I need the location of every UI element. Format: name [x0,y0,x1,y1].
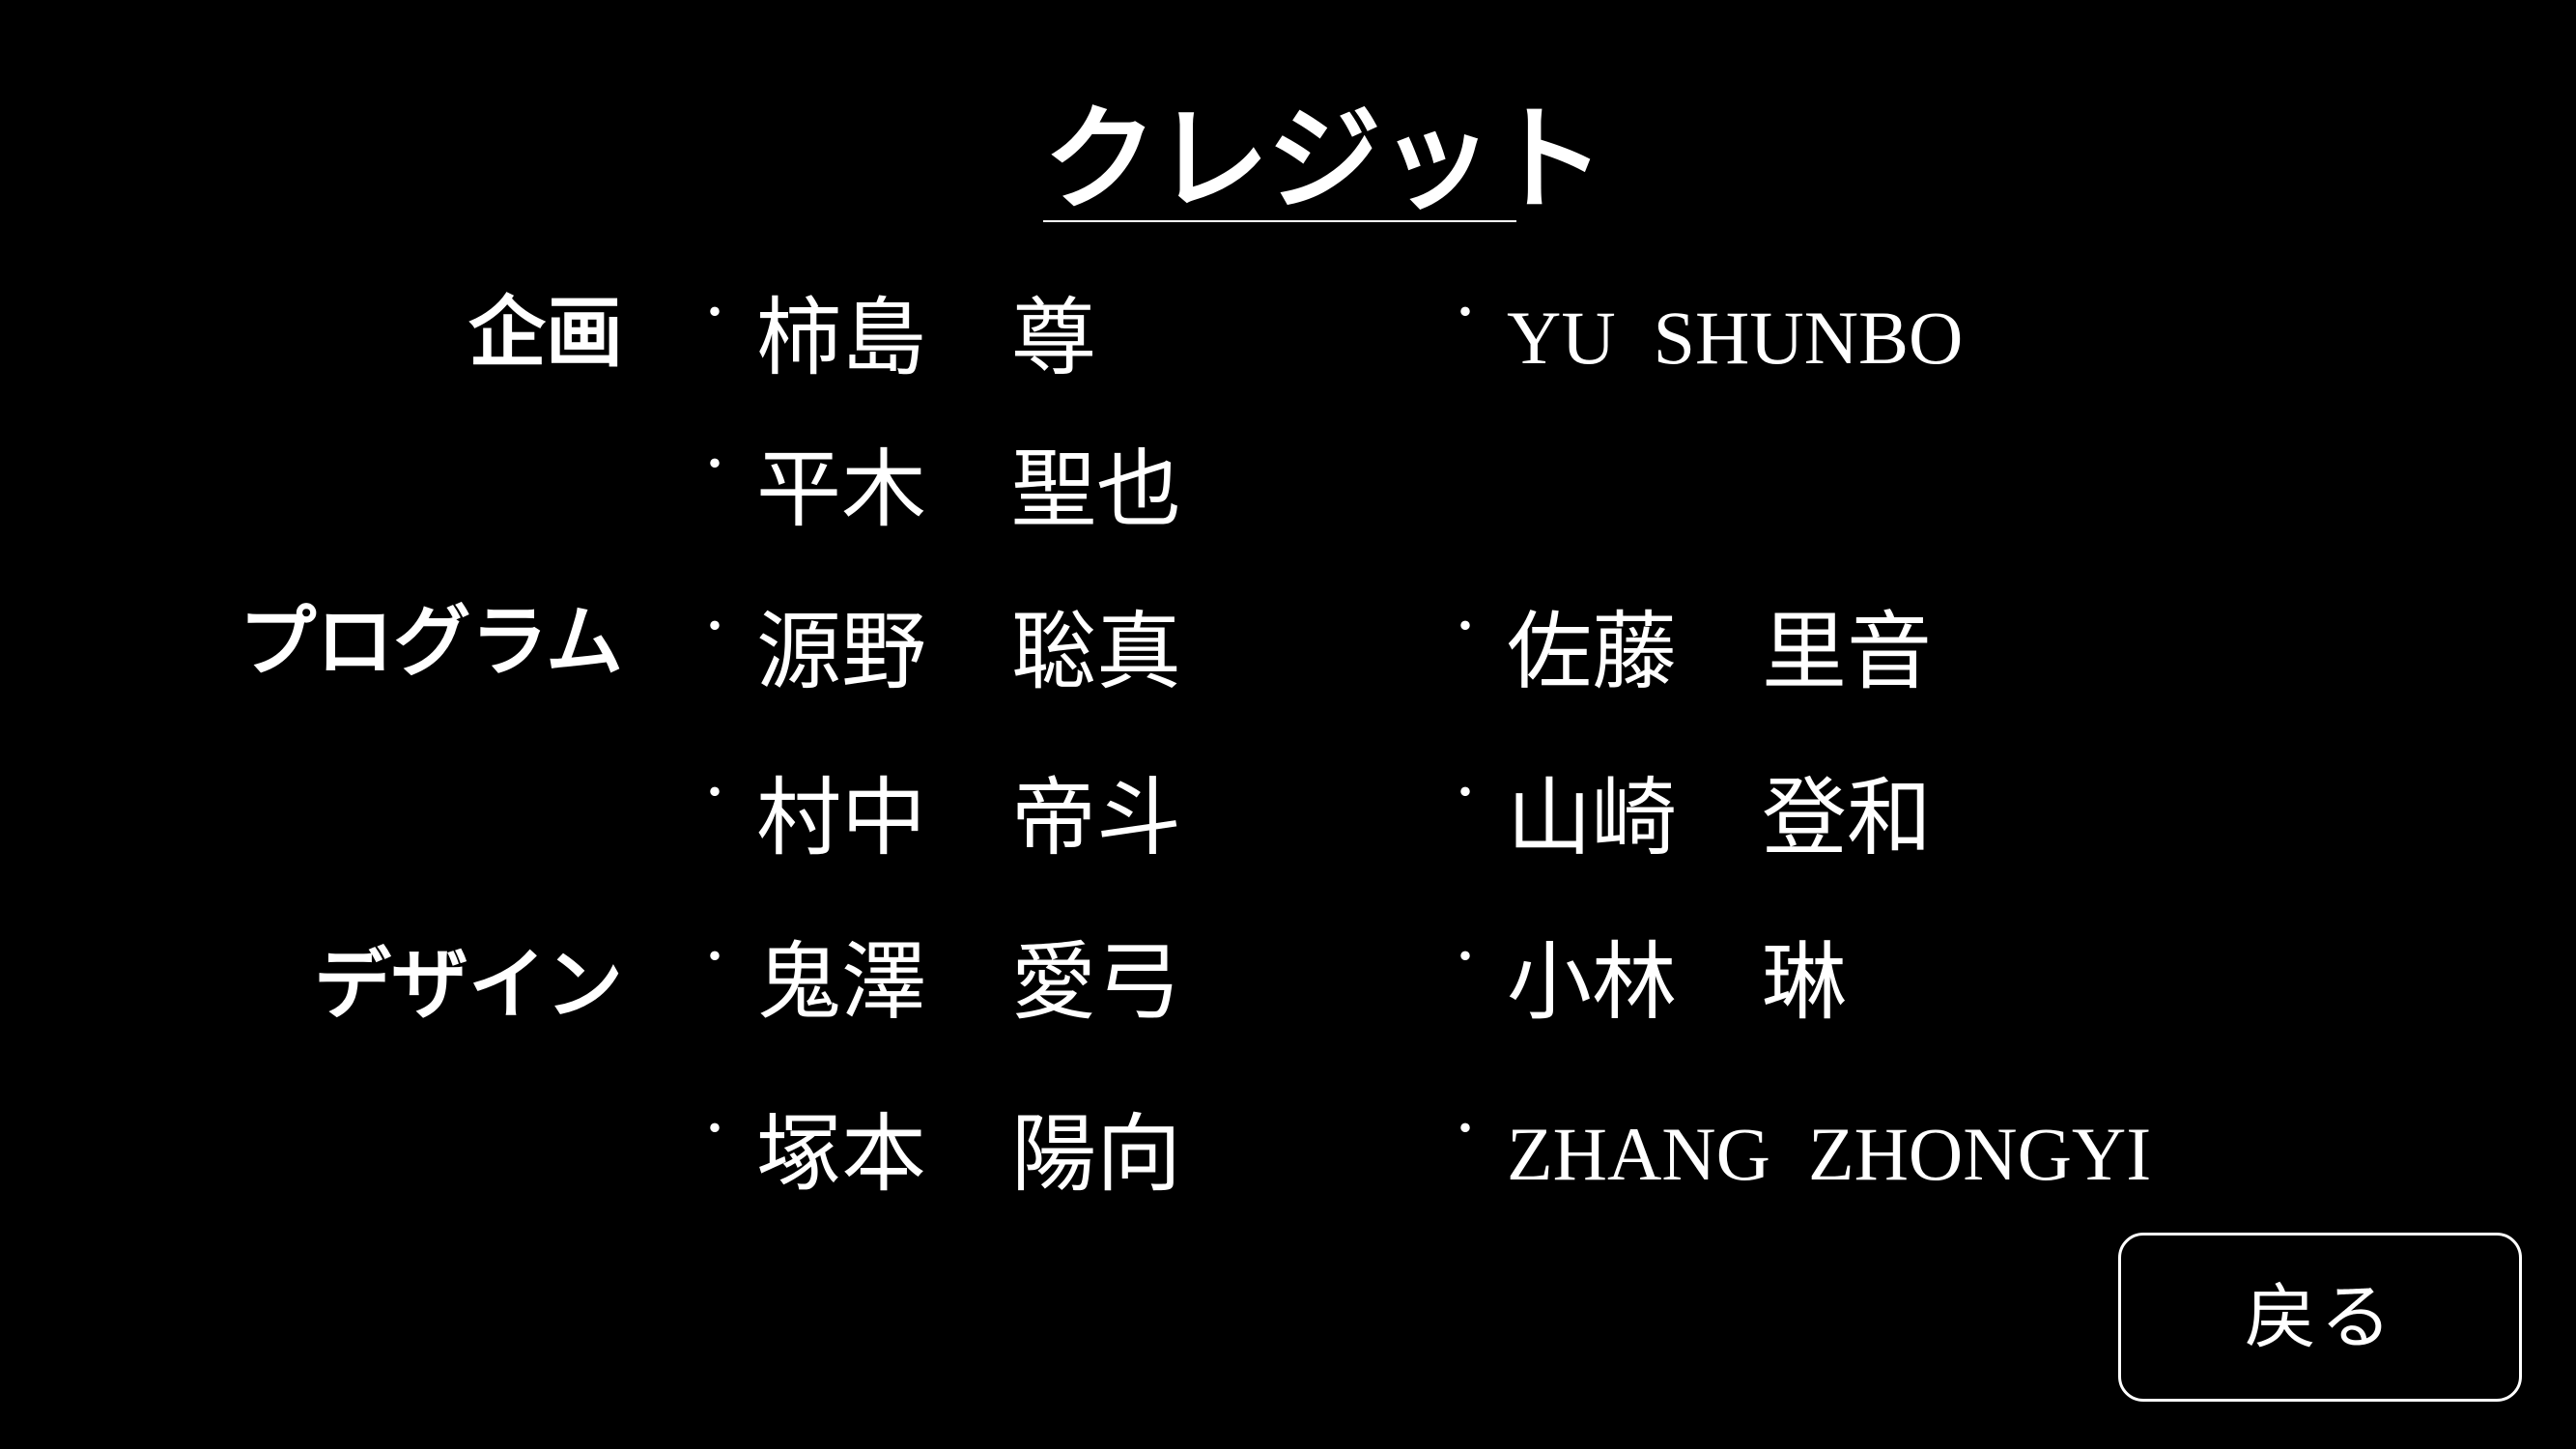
credit-name: 鬼澤 愛弓 [756,932,1182,1032]
credits-screen: クレジット 企画 ・ 柿島 尊 ・ YU SHUNBO ・ 平木 聖也 プログラ… [0,0,2576,1449]
credit-name: 柿島 尊 [756,288,1097,387]
credit-name: 山崎 登和 [1507,768,1933,867]
role-label-planning: 企画 [468,288,623,378]
bullet-icon: ・ [694,933,736,982]
credit-name: YU SHUNBO [1507,296,1964,380]
credit-name: 佐藤 里音 [1507,602,1933,701]
bullet-icon: ・ [1444,933,1486,982]
bullet-icon: ・ [1444,603,1486,652]
bullet-icon: ・ [694,289,736,338]
back-button-label: 戻る [2245,1275,2395,1359]
back-button[interactable]: 戻る [2118,1233,2522,1402]
credit-name: 村中 帝斗 [756,768,1182,867]
bullet-icon: ・ [1444,289,1486,338]
bullet-icon: ・ [1444,769,1486,818]
page-title: クレジット [1043,93,1605,226]
role-label-design: デザイン [314,940,623,1030]
credit-name: 小林 琳 [1507,932,1848,1032]
bullet-icon: ・ [1444,1105,1486,1154]
bullet-icon: ・ [694,440,736,490]
title-underline [1043,220,1516,222]
bullet-icon: ・ [694,769,736,818]
credit-name: ZHANG ZHONGYI [1507,1112,2152,1196]
role-label-programming: プログラム [239,597,623,687]
bullet-icon: ・ [694,603,736,652]
credit-name: 塚本 陽向 [756,1104,1182,1204]
credit-name: 源野 聡真 [756,602,1182,701]
credit-name: 平木 聖也 [756,440,1182,539]
bullet-icon: ・ [694,1105,736,1154]
